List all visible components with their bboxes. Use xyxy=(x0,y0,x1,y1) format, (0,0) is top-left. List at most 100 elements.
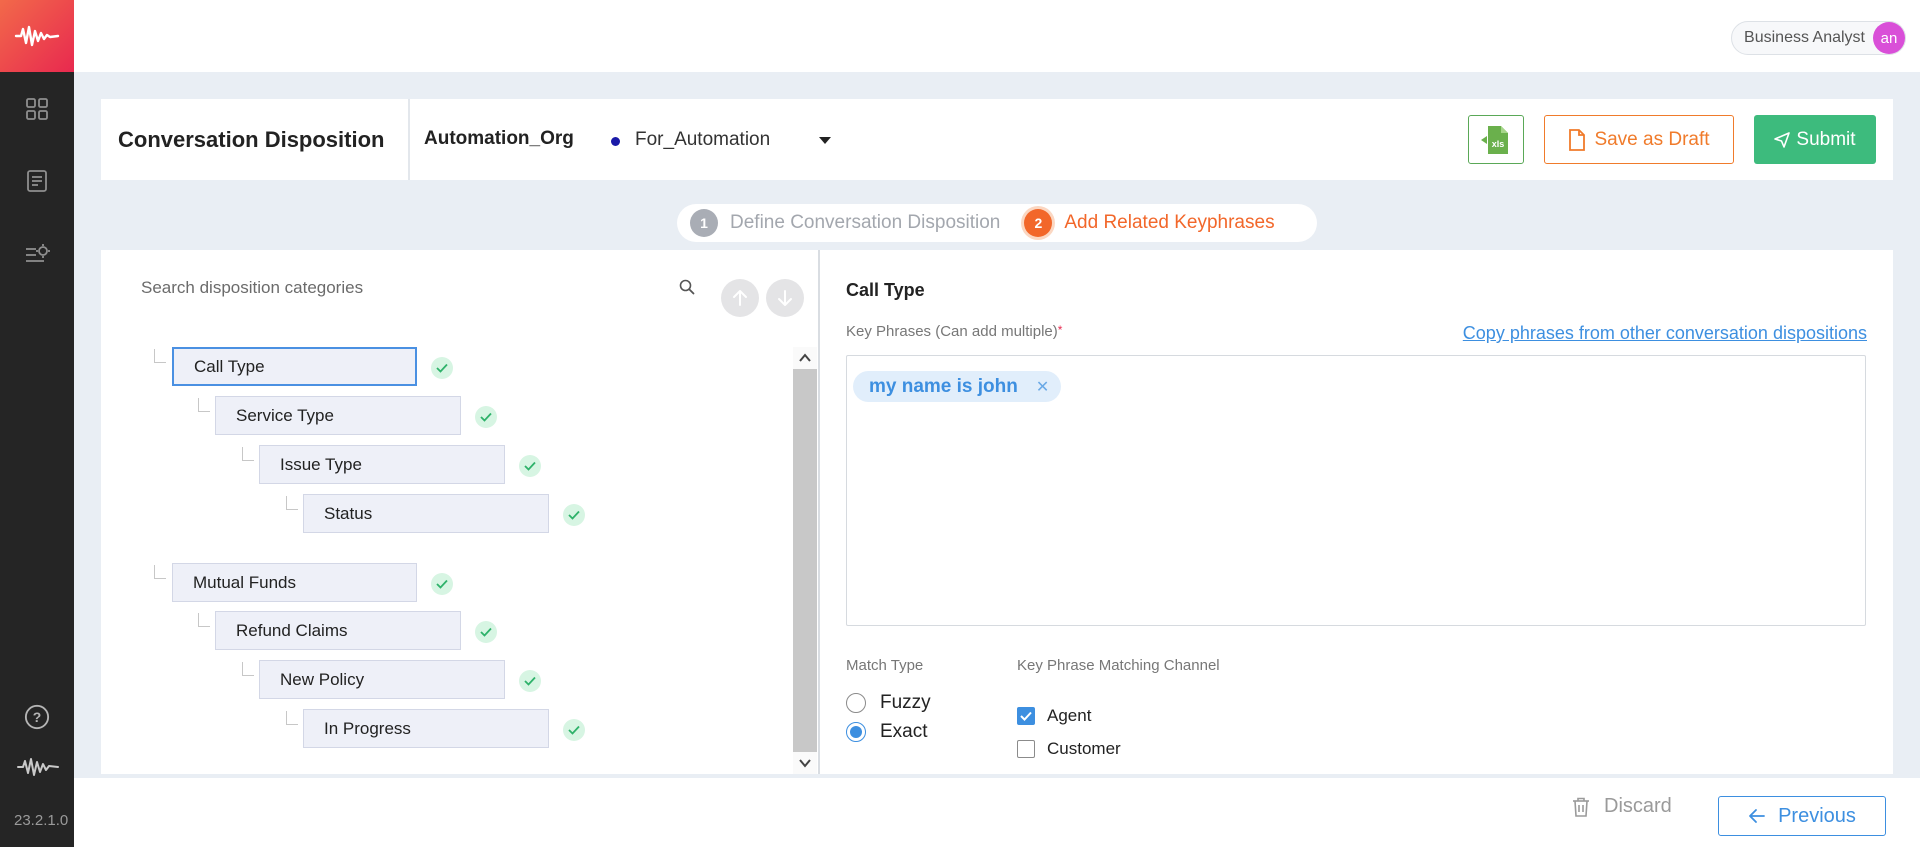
radio-fuzzy[interactable]: Fuzzy xyxy=(846,692,931,714)
page-header: Conversation Disposition Automation_Org … xyxy=(101,99,1893,180)
top-bar: Business Analyst an xyxy=(74,0,1920,72)
send-icon xyxy=(1774,131,1791,148)
scroll-up-icon[interactable] xyxy=(798,351,812,365)
section-title: Call Type xyxy=(846,280,925,300)
avatar: an xyxy=(1873,22,1905,54)
left-nav: ? 23.2.1.0 xyxy=(0,0,74,847)
project-name[interactable]: For_Automation xyxy=(635,129,770,151)
trash-icon xyxy=(1573,797,1589,817)
key-phrases-input[interactable]: my name is john ✕ xyxy=(846,355,1866,626)
check-icon xyxy=(519,670,541,692)
move-up-button[interactable] xyxy=(721,279,759,317)
tree-node-call-type[interactable]: Call Type xyxy=(172,347,417,386)
tree-node-label: Service Type xyxy=(236,405,334,425)
tree-node-new-policy[interactable]: New Policy xyxy=(259,660,505,699)
tree-node-label: New Policy xyxy=(280,669,365,689)
check-icon xyxy=(563,504,585,526)
previous-label: Previous xyxy=(1778,804,1856,827)
arrow-down-icon xyxy=(778,290,792,306)
org-name: Automation_Org xyxy=(424,128,574,149)
step-number: 2 xyxy=(1024,209,1053,237)
step-define-disposition[interactable]: 1 Define Conversation Disposition xyxy=(690,209,1000,237)
search-icon[interactable] xyxy=(679,279,695,300)
check-icon xyxy=(519,455,541,477)
check-icon xyxy=(475,621,497,643)
channel-label: Key Phrase Matching Channel xyxy=(1017,657,1220,674)
category-tree-panel: Call Type Service Type Issue Type Status… xyxy=(101,250,818,774)
document-list-icon[interactable] xyxy=(24,168,50,194)
tree-connector xyxy=(198,613,210,627)
project-status-dot xyxy=(611,137,620,146)
settings-list-icon[interactable] xyxy=(24,242,50,268)
checkbox-customer[interactable]: Customer xyxy=(1017,739,1121,759)
step-add-keyphrases[interactable]: 2 Add Related Keyphrases xyxy=(1024,209,1275,237)
checkbox[interactable] xyxy=(1017,707,1035,725)
check-icon xyxy=(431,573,453,595)
app-version: 23.2.1.0 xyxy=(14,812,69,829)
footer-bar: Discard Previous xyxy=(74,778,1920,847)
remove-phrase-icon[interactable]: ✕ xyxy=(1036,377,1049,397)
tree-node-label: Refund Claims xyxy=(236,620,348,640)
match-type-label: Match Type xyxy=(846,657,924,674)
radio-button[interactable] xyxy=(846,693,866,713)
waveform-logo-icon xyxy=(14,25,60,47)
export-xls-button[interactable]: xls xyxy=(1468,115,1524,164)
previous-button[interactable]: Previous xyxy=(1718,796,1886,836)
check-icon xyxy=(431,357,453,379)
search-input[interactable] xyxy=(141,270,671,306)
dashboard-grid-icon[interactable] xyxy=(24,96,50,122)
tree-node-service-type[interactable]: Service Type xyxy=(215,396,461,435)
keyphrase-detail-panel: Call Type Key Phrases (Can add multiple)… xyxy=(818,250,1893,774)
tree-node-issue-type[interactable]: Issue Type xyxy=(259,445,505,484)
caret-down-icon[interactable] xyxy=(819,137,831,144)
svg-text:xls: xls xyxy=(1492,139,1505,149)
save-draft-button[interactable]: Save as Draft xyxy=(1544,115,1734,164)
key-phrases-label-text: Key Phrases (Can add multiple) xyxy=(846,323,1058,340)
discard-button[interactable]: Discard xyxy=(1572,795,1672,818)
step-label: Add Related Keyphrases xyxy=(1064,212,1275,233)
app-logo[interactable] xyxy=(0,0,74,72)
radio-exact[interactable]: Exact xyxy=(846,721,928,743)
wizard-stepper: 1 Define Conversation Disposition 2 Add … xyxy=(677,204,1317,242)
scroll-thumb[interactable] xyxy=(793,369,817,752)
save-draft-label: Save as Draft xyxy=(1594,128,1710,150)
tree-connector xyxy=(242,662,254,676)
discard-label: Discard xyxy=(1604,795,1672,817)
file-icon xyxy=(1569,128,1586,151)
arrow-up-icon xyxy=(733,290,747,306)
tree-node-in-progress[interactable]: In Progress xyxy=(303,709,549,748)
help-icon[interactable]: ? xyxy=(24,704,50,730)
tree-connector xyxy=(198,398,210,412)
tree-node-label: Issue Type xyxy=(280,454,362,474)
radio-label: Exact xyxy=(880,721,928,742)
copy-phrases-link[interactable]: Copy phrases from other conversation dis… xyxy=(1463,323,1867,344)
header-divider xyxy=(408,99,410,180)
checkbox[interactable] xyxy=(1017,740,1035,758)
user-role: Business Analyst xyxy=(1744,29,1865,46)
tree-scrollbar[interactable] xyxy=(793,347,817,774)
xls-file-icon: xls xyxy=(1481,125,1508,154)
radio-button[interactable] xyxy=(846,722,866,742)
checkbox-label: Agent xyxy=(1047,706,1092,725)
tree-node-mutual-funds[interactable]: Mutual Funds xyxy=(172,563,417,602)
checkbox-agent[interactable]: Agent xyxy=(1017,706,1091,726)
required-mark: * xyxy=(1057,323,1063,337)
svg-text:?: ? xyxy=(33,709,42,725)
tree-connector xyxy=(154,565,166,579)
key-phrases-label: Key Phrases (Can add multiple)* xyxy=(846,323,1062,340)
tree-node-label: In Progress xyxy=(324,718,411,738)
tree-node-refund-claims[interactable]: Refund Claims xyxy=(215,611,461,650)
checkbox-label: Customer xyxy=(1047,739,1121,758)
scroll-down-icon[interactable] xyxy=(798,756,812,770)
waveform-icon xyxy=(16,754,60,780)
user-menu[interactable]: Business Analyst an xyxy=(1731,21,1906,55)
move-down-button[interactable] xyxy=(766,279,804,317)
check-icon xyxy=(563,719,585,741)
tree-node-label: Status xyxy=(324,503,373,523)
tree-node-status[interactable]: Status xyxy=(303,494,549,533)
radio-label: Fuzzy xyxy=(880,692,931,713)
phrase-chip-text: my name is john xyxy=(869,375,1018,397)
submit-button[interactable]: Submit xyxy=(1754,115,1876,164)
tree-node-label: Mutual Funds xyxy=(193,572,296,592)
tree-connector xyxy=(242,447,254,461)
